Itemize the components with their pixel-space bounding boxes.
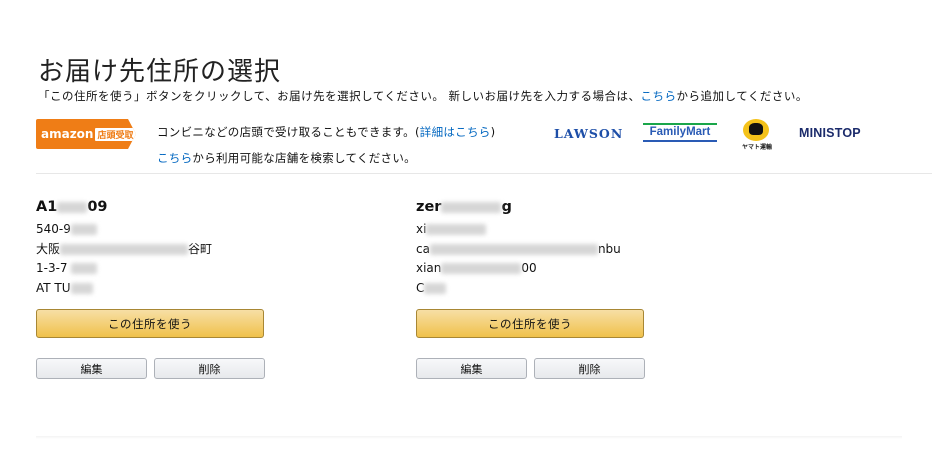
edit-address-button[interactable]: 編集	[36, 358, 147, 379]
amazon-logo: amazon	[41, 127, 94, 141]
address-name: zer g	[416, 197, 656, 217]
redacted-blur	[441, 201, 502, 213]
instruction-prefix: 「この住所を使う」ボタンをクリックして、お届け先を選択してください。 新しいお届…	[38, 89, 641, 103]
redacted-blur	[441, 263, 522, 274]
section-divider	[36, 173, 932, 174]
redacted-blur	[70, 224, 97, 235]
address-card: zer g xi ca nbu xian 00 C	[416, 197, 656, 298]
lawson-logo: LAWSON	[554, 126, 624, 141]
instruction-text: 「この住所を使う」ボタンをクリックして、お届け先を選択してください。 新しいお届…	[38, 88, 808, 104]
address-name-end: g	[501, 199, 512, 215]
bottom-shadow	[36, 436, 902, 439]
redacted-blur	[426, 224, 487, 235]
page-title: お届け先住所の選択	[38, 57, 282, 88]
pickup-badge-label: 店頭受取	[95, 127, 136, 141]
instruction-suffix: から追加してください。	[676, 89, 808, 103]
postal-code-start: 540-9	[36, 222, 71, 236]
redacted-blur	[71, 263, 98, 274]
use-this-address-button[interactable]: この住所を使う	[416, 309, 644, 338]
familymart-logo: FamilyMart	[643, 123, 717, 142]
address-line-2-end: 00	[521, 261, 537, 275]
pickup-info-line: コンビニなどの店頭で受け取ることもできます。(詳細はこちら)	[157, 124, 495, 140]
yamato-logo-text: ヤマト運輸	[741, 144, 772, 151]
pickup-details-link[interactable]: 詳細はこちら	[420, 125, 491, 139]
pickup-info-close: )	[490, 125, 496, 139]
redacted-blur	[429, 243, 598, 255]
pickup-info-text: コンビニなどの店頭で受け取ることもできます。(	[157, 125, 420, 139]
postal-code: 540-9	[36, 220, 276, 240]
address-line-0-start: xi	[416, 222, 427, 236]
address-name: A1 09	[36, 197, 276, 217]
pickup-search-link[interactable]: こちら	[157, 151, 192, 165]
edit-address-button[interactable]: 編集	[416, 358, 527, 379]
redacted-blur	[57, 201, 88, 213]
address-line-1: 大阪 谷町	[36, 240, 276, 260]
redacted-blur	[60, 243, 189, 255]
ministop-logo: MINISTOP	[799, 126, 861, 140]
address-line-2-start: 1-3-7	[36, 261, 68, 275]
address-line-2: xian 00	[416, 259, 656, 279]
address-name-start: zer	[416, 199, 442, 215]
address-line-2-start: xian	[416, 261, 442, 275]
address-line-2: 1-3-7	[36, 259, 276, 279]
delete-address-button[interactable]: 削除	[534, 358, 645, 379]
amazon-pickup-badge: amazon 店頭受取	[36, 119, 136, 149]
pickup-search-text: から利用可能な店舗を検索してください。	[192, 151, 416, 165]
black-cat-icon	[749, 123, 763, 135]
delete-address-button[interactable]: 削除	[154, 358, 265, 379]
use-this-address-button[interactable]: この住所を使う	[36, 309, 264, 338]
address-line-1-start: ca	[416, 241, 430, 256]
address-line-1-end: nbu	[597, 241, 621, 256]
address-line-1-end: 谷町	[188, 241, 213, 256]
address-recipient: AT TU	[36, 279, 276, 299]
address-recipient-start: AT TU	[36, 280, 71, 295]
pickup-search-line: こちらから利用可能な店舗を検索してください。	[157, 150, 416, 166]
address-line-1-start: 大阪	[36, 241, 61, 256]
address-name-start: A1	[36, 199, 58, 215]
add-address-link[interactable]: こちら	[641, 89, 677, 103]
address-recipient: C	[416, 279, 656, 299]
address-line-0: xi	[416, 220, 656, 240]
redacted-blur	[70, 282, 93, 294]
familymart-logo-text: FamilyMart	[649, 126, 711, 138]
address-name-end: 09	[87, 199, 108, 215]
address-recipient-start: C	[416, 280, 425, 295]
yamato-logo: ヤマト運輸	[740, 119, 774, 153]
redacted-blur	[424, 282, 447, 294]
address-line-1: ca nbu	[416, 240, 656, 260]
address-card: A1 09 540-9 大阪 谷町 1-3-7 AT TU	[36, 197, 276, 298]
